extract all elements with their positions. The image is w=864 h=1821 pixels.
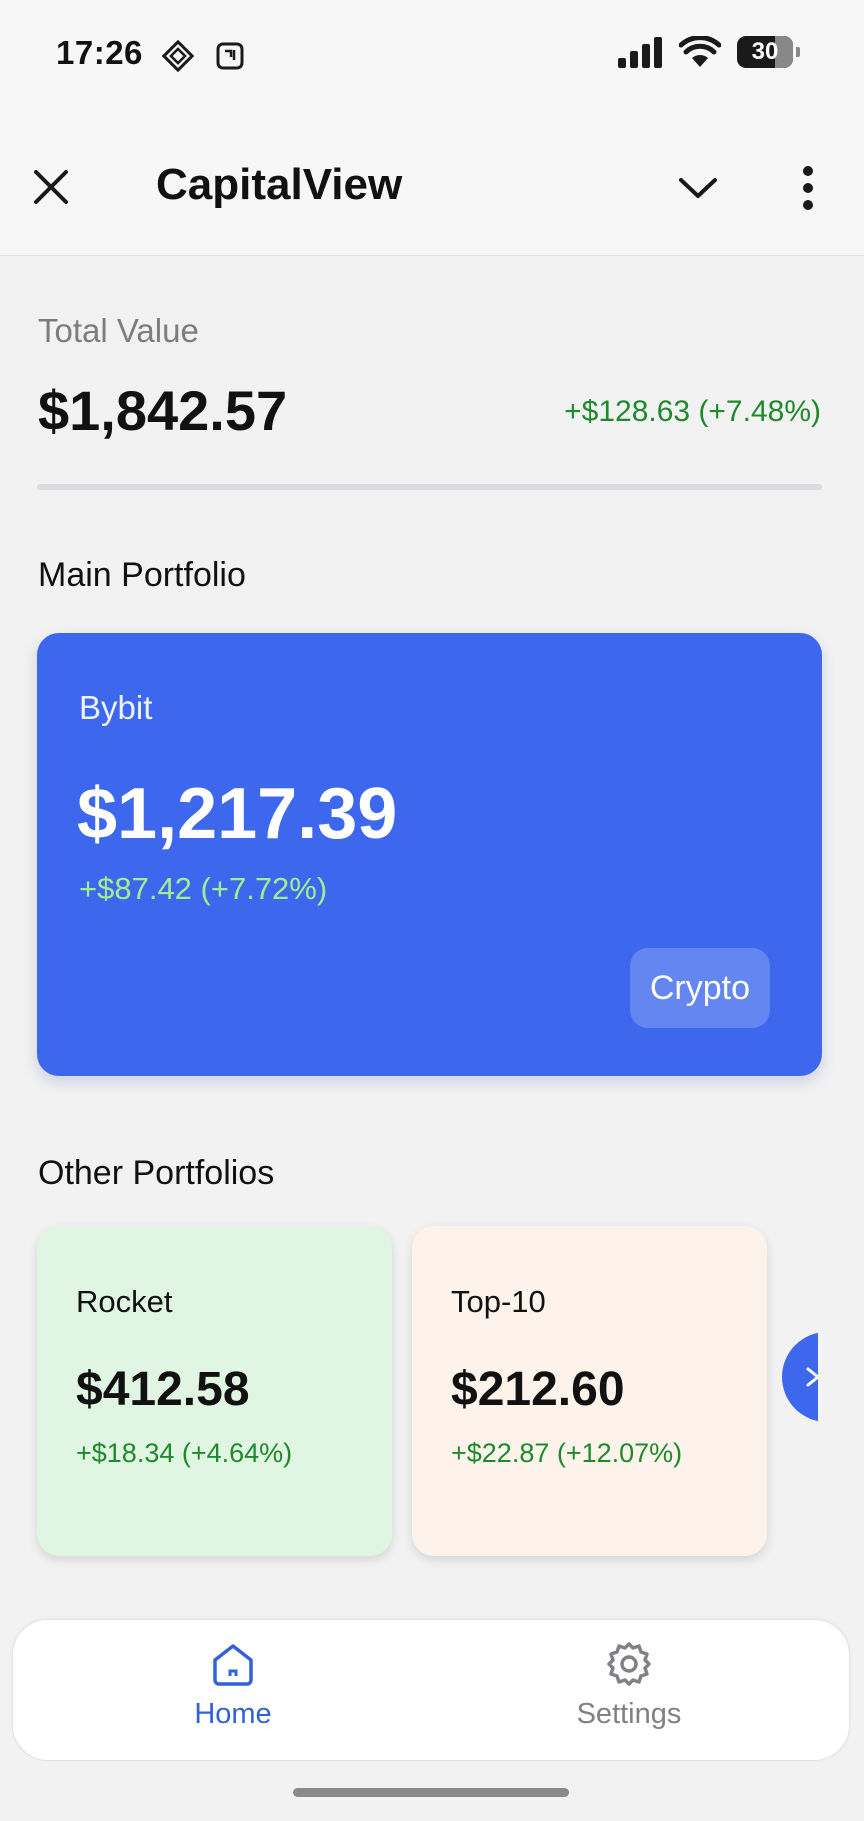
main-portfolio-value: $1,217.39: [77, 774, 398, 854]
close-icon: [34, 170, 68, 204]
nav-label-settings: Settings: [576, 1698, 682, 1730]
status-time: 17:26: [56, 34, 143, 71]
close-button[interactable]: [26, 162, 76, 212]
portfolio-card-rocket[interactable]: Rocket $412.58 +$18.34 (+4.64%): [37, 1226, 392, 1556]
signal-icon: [618, 37, 662, 68]
portfolio-dropdown-button[interactable]: [672, 162, 724, 214]
main-portfolio-title: Main Portfolio: [38, 556, 246, 594]
gear-icon: [607, 1642, 651, 1686]
main-portfolio-card[interactable]: Bybit $1,217.39 +$87.42 (+7.72%) Crypto: [37, 633, 822, 1076]
more-vertical-icon: [803, 166, 813, 210]
portfolio-name: Rocket: [76, 1284, 173, 1319]
battery-level: 30: [751, 38, 779, 65]
summary-divider: [37, 484, 822, 490]
battery-icon: 30: [737, 36, 793, 68]
notification-app-icon: [216, 42, 244, 70]
total-change: +$128.63 (+7.48%): [564, 395, 821, 428]
total-value-label: Total Value: [38, 312, 199, 349]
portfolio-card-top-10[interactable]: Top-10 $212.60 +$22.87 (+12.07%): [412, 1226, 767, 1556]
home-indicator[interactable]: [293, 1788, 569, 1797]
status-bar: 17:26 30: [0, 0, 864, 110]
battery-tip: [796, 47, 800, 57]
bottom-nav: Home Settings: [12, 1619, 850, 1761]
nav-label-home: Home: [194, 1698, 272, 1730]
main-portfolio-name: Bybit: [79, 689, 153, 726]
app-title: CapitalView: [156, 160, 403, 209]
portfolio-change: +$22.87 (+12.07%): [451, 1438, 683, 1468]
more-menu-button[interactable]: [786, 158, 830, 218]
portfolio-change: +$18.34 (+4.64%): [76, 1438, 293, 1468]
main-portfolio-change: +$87.42 (+7.72%): [79, 871, 328, 906]
total-value: $1,842.57: [38, 379, 288, 442]
status-right: 30: [617, 36, 800, 68]
home-icon: [213, 1644, 253, 1686]
nav-item-home[interactable]: Home: [133, 1640, 333, 1750]
portfolio-name: Top-10: [451, 1284, 546, 1319]
portfolio-type-badge: Crypto: [629, 948, 770, 1028]
app-bar: CapitalView: [0, 110, 864, 256]
portfolio-value: $212.60: [451, 1363, 625, 1416]
scroll-next-button[interactable]: [782, 1332, 818, 1422]
chevron-right-icon: [806, 1367, 818, 1387]
other-portfolios-title: Other Portfolios: [38, 1154, 275, 1192]
nav-item-settings[interactable]: Settings: [529, 1640, 729, 1750]
portfolio-value: $412.58: [76, 1363, 250, 1416]
navigation-diamond-icon: [162, 40, 194, 72]
wifi-icon: [679, 36, 721, 67]
screen: 17:26 30 CapitalView Total Value $1,842.…: [0, 0, 864, 1821]
chevron-down-icon: [679, 178, 717, 198]
